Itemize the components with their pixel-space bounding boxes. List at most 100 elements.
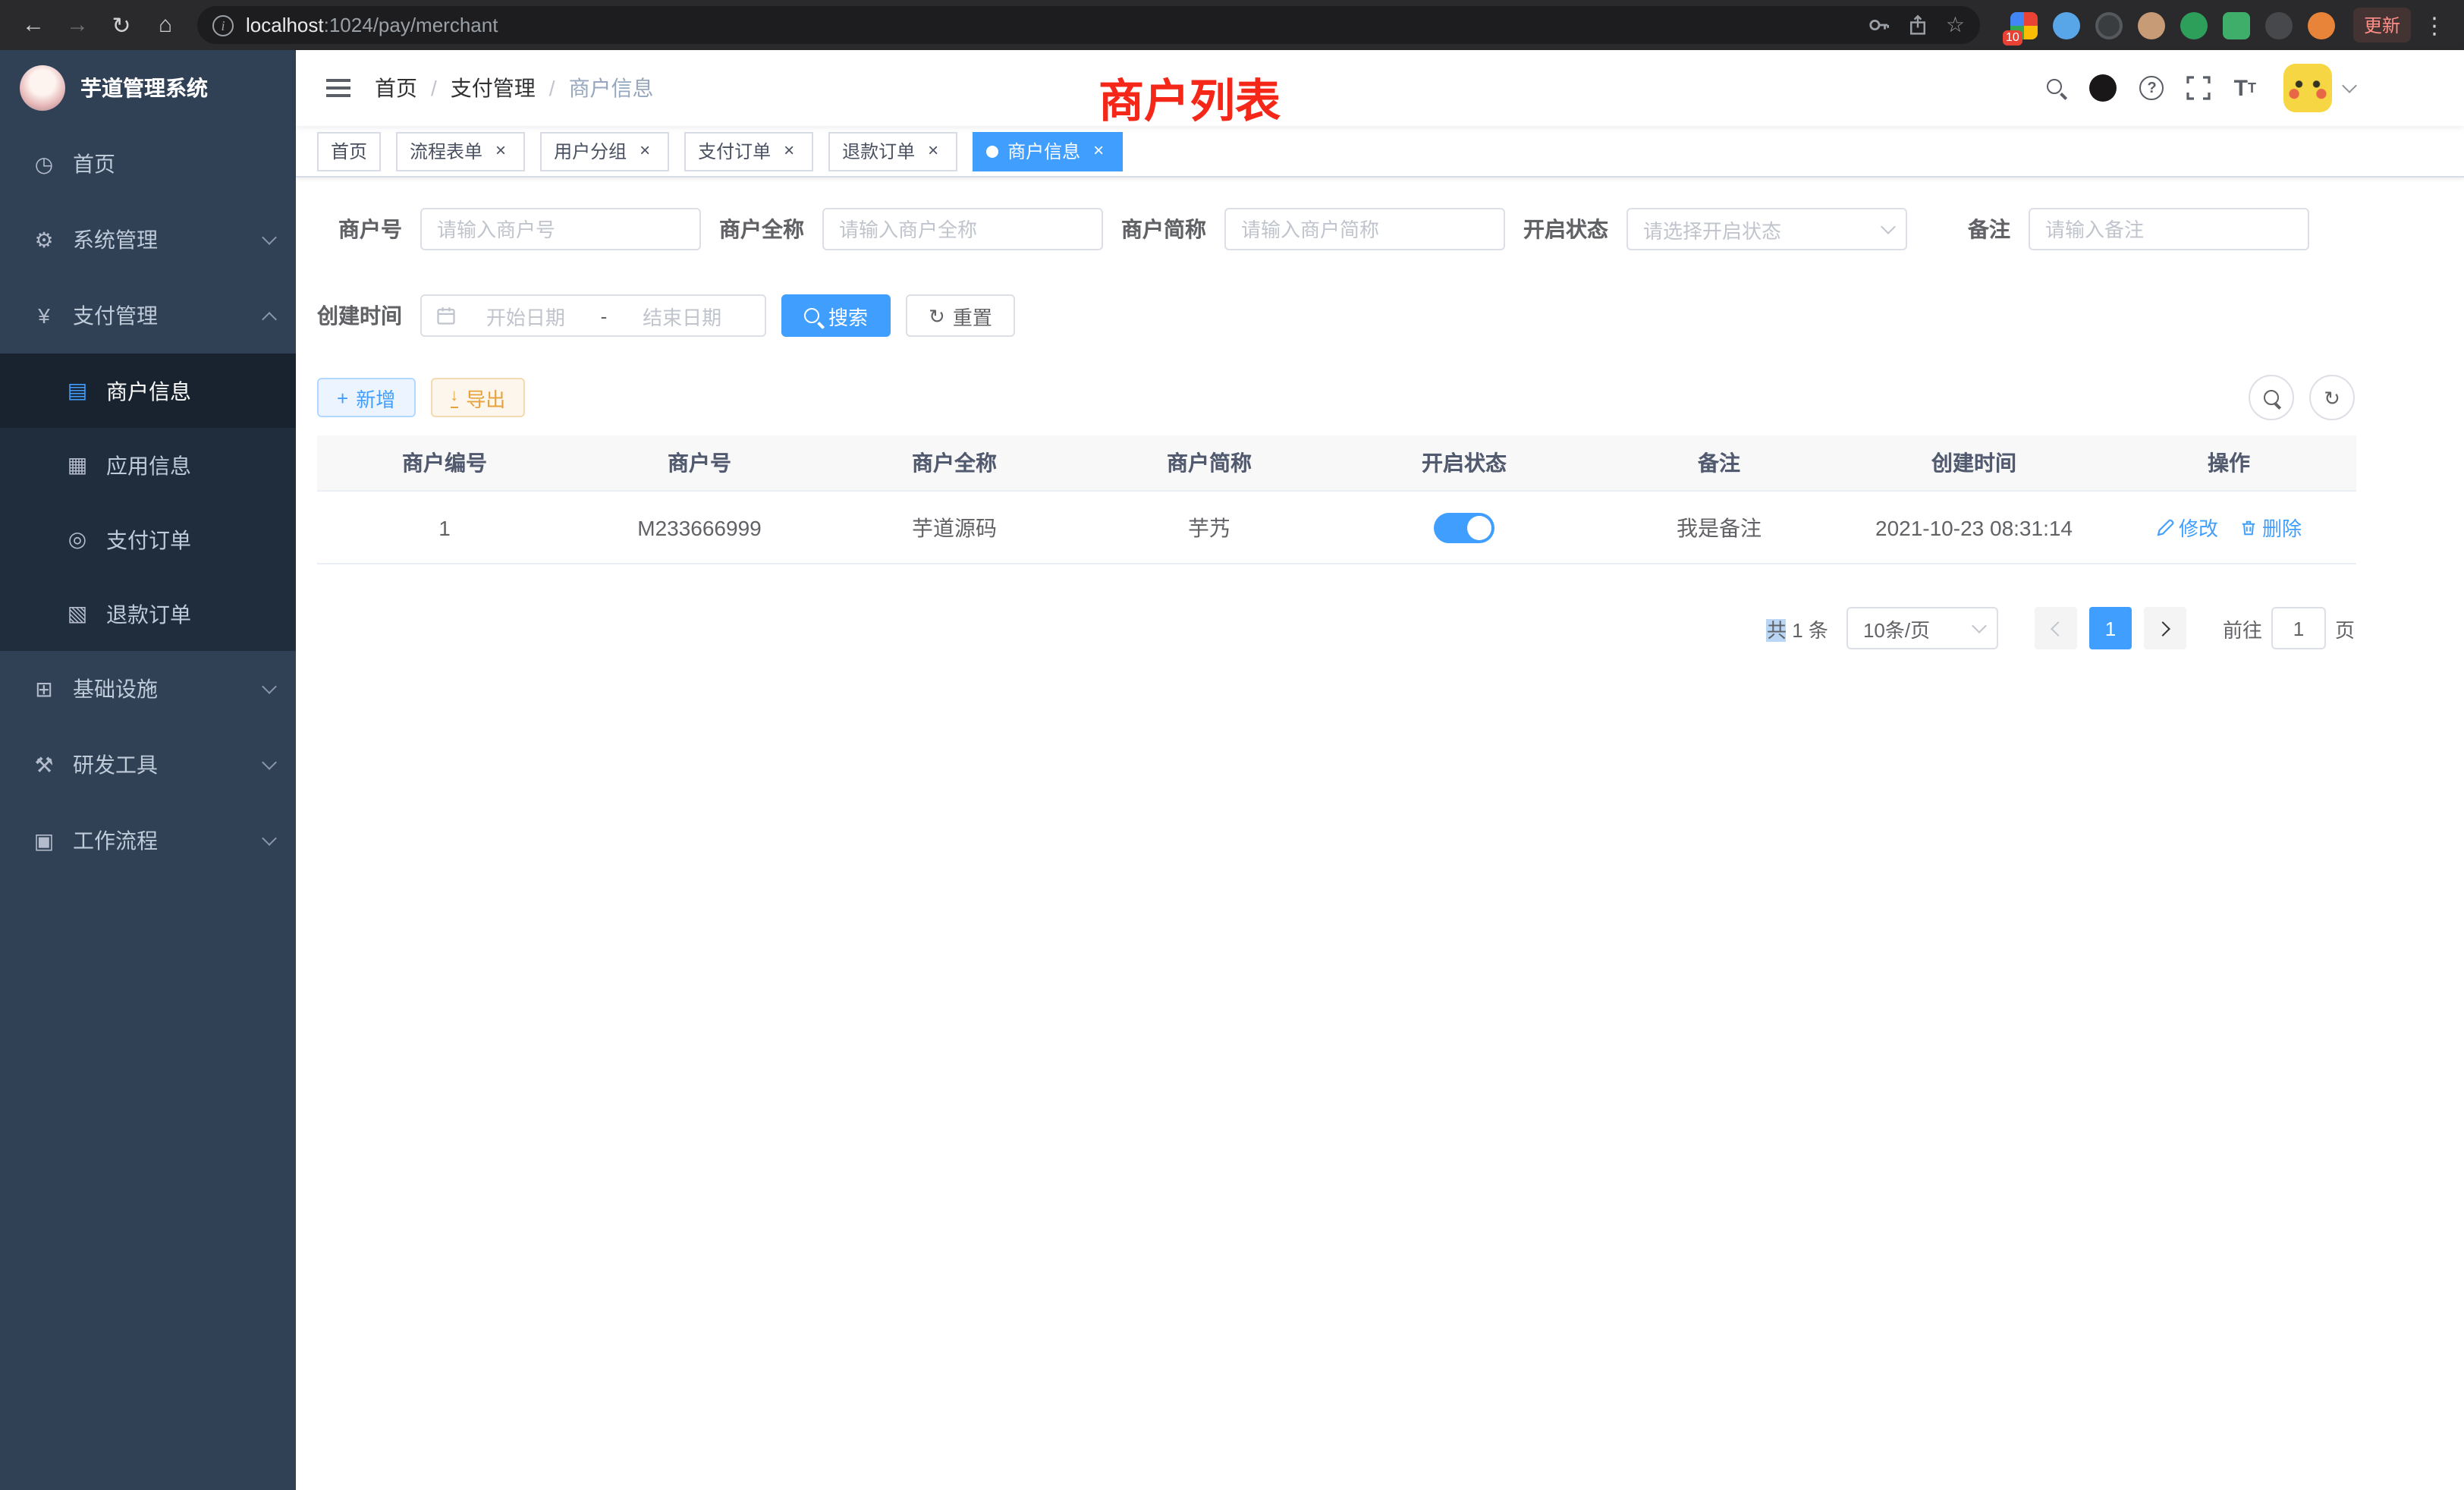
- field-label: 商户号: [317, 214, 420, 244]
- column-header: 开启状态: [1337, 435, 1592, 490]
- extension-icon-green-square[interactable]: [2223, 11, 2250, 39]
- breadcrumb-payment[interactable]: 支付管理: [451, 73, 536, 103]
- tab-merchant-info[interactable]: 商户信息 ×: [973, 131, 1123, 171]
- browser-update-button[interactable]: 更新: [2353, 8, 2411, 42]
- extension-icon-dark[interactable]: [2095, 11, 2123, 39]
- close-icon[interactable]: ×: [922, 140, 944, 162]
- password-key-icon[interactable]: [1868, 14, 1891, 36]
- header-search-icon[interactable]: [2048, 78, 2067, 98]
- bookmark-star-icon[interactable]: ☆: [1946, 12, 1965, 38]
- sidebar-item-label: 首页: [73, 149, 275, 179]
- prev-page-button[interactable]: [2035, 607, 2077, 649]
- address-bar[interactable]: i localhost:1024/pay/merchant ☆: [197, 6, 1980, 44]
- sidebar-item-label: 支付管理: [73, 300, 264, 331]
- font-size-icon[interactable]: TT: [2234, 75, 2256, 101]
- logo-avatar: [20, 65, 65, 111]
- url-host: localhost: [246, 14, 324, 36]
- user-avatar[interactable]: [2283, 64, 2332, 112]
- sidebar-item-merchant-info[interactable]: ▤ 商户信息: [0, 354, 296, 428]
- tab-user-group[interactable]: 用户分组×: [540, 131, 669, 171]
- sidebar-item-pay-order[interactable]: ◎ 支付订单: [0, 502, 296, 577]
- share-icon[interactable]: [1908, 14, 1929, 36]
- date-end-placeholder: 结束日期: [613, 301, 751, 330]
- sidebar-item-label: 退款订单: [106, 599, 275, 629]
- extension-icon-avatar[interactable]: [2138, 11, 2165, 39]
- add-button[interactable]: + 新增: [317, 378, 415, 417]
- button-label: 新增: [356, 383, 395, 412]
- refresh-icon: ↻: [2324, 388, 2340, 407]
- button-label: 删除: [2262, 513, 2302, 542]
- tab-refund-order[interactable]: 退款订单×: [828, 131, 957, 171]
- total-suffix: 条: [1809, 618, 1828, 641]
- total-count: 1: [1787, 618, 1809, 641]
- merchant-no-input[interactable]: [420, 208, 701, 250]
- close-icon[interactable]: ×: [634, 140, 655, 162]
- table-row: 1 M233666999 芋道源码 芋艿 我是备注 2021-10-23 08:…: [317, 490, 2356, 563]
- browser-home-button[interactable]: ⌂: [147, 7, 184, 43]
- sidebar-item-label: 工作流程: [73, 825, 264, 856]
- tab-label: 商户信息: [1007, 138, 1080, 164]
- sidebar-item-home[interactable]: ◷ 首页: [0, 126, 296, 202]
- browser-menu-icon[interactable]: ⋮: [2423, 11, 2446, 39]
- toggle-search-button[interactable]: [2249, 375, 2294, 420]
- tags-view-bar: 首页 流程表单× 用户分组× 支付订单× 退款订单× 商户信息 ×: [296, 126, 2464, 178]
- button-label: 修改: [2179, 513, 2218, 542]
- status-toggle[interactable]: [1434, 512, 1494, 542]
- sidebar-item-infrastructure[interactable]: ⊞ 基础设施: [0, 651, 296, 727]
- sidebar-item-label: 应用信息: [106, 450, 275, 480]
- browser-back-button[interactable]: ←: [15, 7, 52, 43]
- breadcrumb-home[interactable]: 首页: [375, 73, 417, 103]
- extension-icon-blue[interactable]: [2053, 11, 2080, 39]
- goto-page-input[interactable]: [2271, 607, 2326, 649]
- sidebar-item-refund-order[interactable]: ▧ 退款订单: [0, 577, 296, 651]
- breadcrumb-merchant-info: 商户信息: [569, 73, 654, 103]
- sidebar-item-workflow[interactable]: ▣ 工作流程: [0, 803, 296, 879]
- edit-button[interactable]: 修改: [2156, 513, 2218, 542]
- sidebar-item-app-info[interactable]: ▦ 应用信息: [0, 428, 296, 502]
- page-size-select[interactable]: 10条/页: [1846, 607, 1998, 649]
- field-label: 备注: [1925, 214, 2029, 244]
- hamburger-icon[interactable]: [326, 79, 350, 97]
- close-icon[interactable]: ×: [1088, 140, 1109, 162]
- delete-button[interactable]: 删除: [2239, 513, 2302, 542]
- short-name-input[interactable]: [1224, 208, 1505, 250]
- sidebar-item-payment[interactable]: ¥ 支付管理: [0, 278, 296, 354]
- tab-pay-order[interactable]: 支付订单×: [684, 131, 813, 171]
- status-select[interactable]: 请选择开启状态: [1626, 208, 1907, 250]
- field-label: 商户简称: [1121, 214, 1224, 244]
- github-icon[interactable]: [2090, 74, 2117, 102]
- remark-input[interactable]: [2029, 208, 2309, 250]
- browser-forward-button[interactable]: →: [59, 7, 96, 43]
- close-icon[interactable]: ×: [778, 140, 800, 162]
- tab-home[interactable]: 首页: [317, 131, 381, 171]
- sidebar-logo[interactable]: 芋道管理系统: [0, 50, 296, 126]
- caret-down-icon[interactable]: [2342, 78, 2357, 93]
- page-1-button[interactable]: 1: [2089, 607, 2132, 649]
- column-header: 商户号: [572, 435, 827, 490]
- sidebar-item-dev-tools[interactable]: ⚒ 研发工具: [0, 727, 296, 803]
- site-info-icon[interactable]: i: [212, 14, 234, 36]
- date-range-picker[interactable]: 开始日期 - 结束日期: [420, 294, 766, 337]
- export-button[interactable]: ↓ 导出: [430, 378, 525, 417]
- extension-icon-green-circle[interactable]: [2180, 11, 2208, 39]
- browser-reload-button[interactable]: ↻: [103, 7, 140, 43]
- main-area: 商户列表 首页 / 支付管理 / 商户信息 ? TT: [296, 50, 2464, 1490]
- full-name-input[interactable]: [822, 208, 1103, 250]
- tools-icon: ⚒: [30, 752, 58, 778]
- extension-icon-orange[interactable]: [2308, 11, 2335, 39]
- refresh-table-button[interactable]: ↻: [2309, 375, 2355, 420]
- chevron-up-icon: [262, 311, 277, 326]
- reset-button[interactable]: ↻ 重置: [906, 294, 1015, 337]
- search-button[interactable]: 搜索: [781, 294, 891, 337]
- close-icon[interactable]: ×: [490, 140, 511, 162]
- help-icon[interactable]: ?: [2140, 76, 2164, 100]
- extension-icon-pin[interactable]: [2265, 11, 2293, 39]
- sidebar-item-system[interactable]: ⚙ 系统管理: [0, 202, 296, 278]
- cell-merchant-id: 1: [317, 492, 572, 563]
- fullscreen-icon[interactable]: [2187, 76, 2211, 100]
- next-page-button[interactable]: [2144, 607, 2186, 649]
- extension-icon-grid[interactable]: 10: [2010, 11, 2038, 39]
- tab-process-form[interactable]: 流程表单×: [396, 131, 525, 171]
- url-text[interactable]: localhost:1024/pay/merchant: [246, 14, 498, 36]
- column-header: 操作: [2101, 435, 2356, 490]
